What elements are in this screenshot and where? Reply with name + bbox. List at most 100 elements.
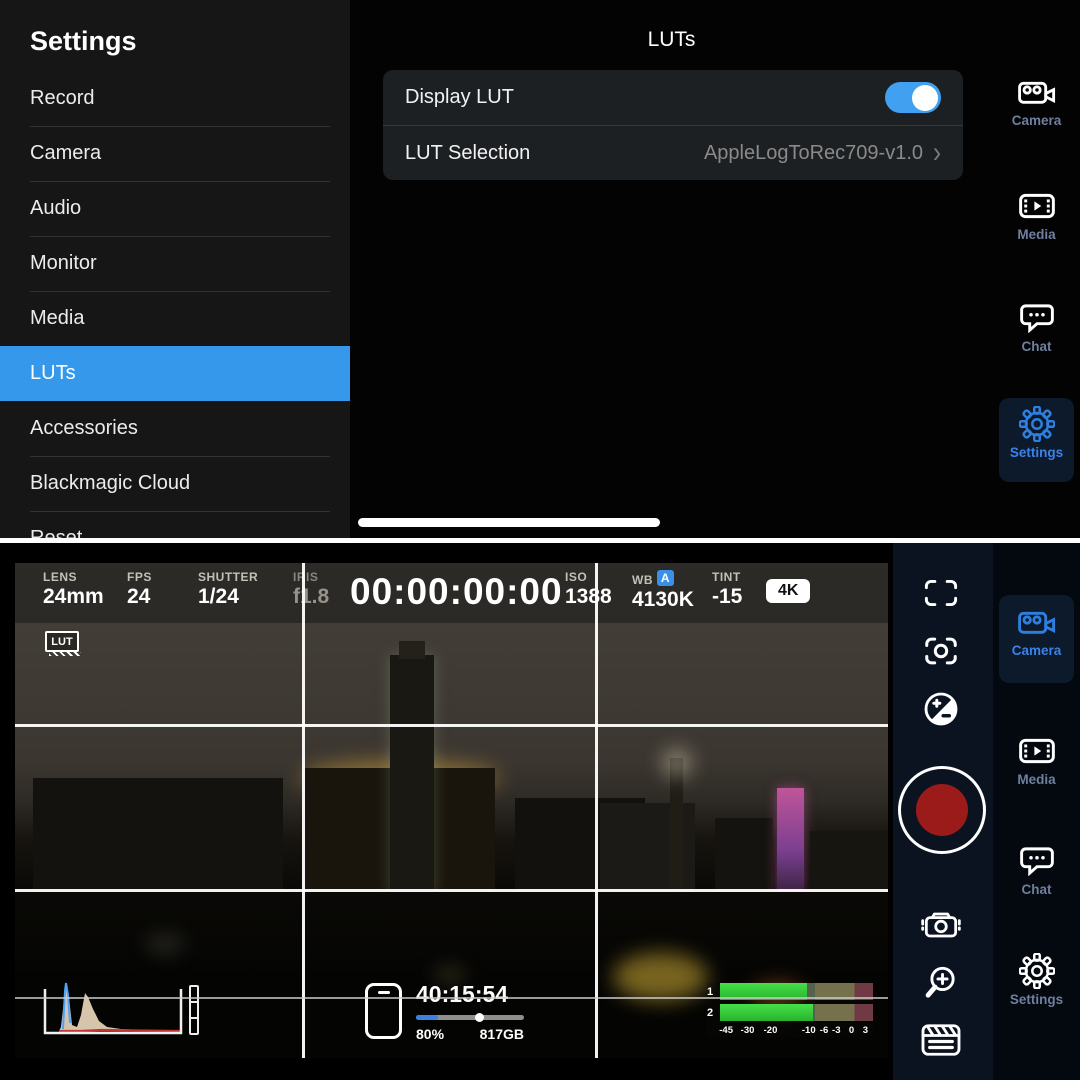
tab-camera-top[interactable]: Camera	[993, 76, 1080, 128]
tab-media-top[interactable]: Media	[993, 190, 1080, 242]
histogram-slider[interactable]	[189, 985, 199, 1035]
fullscreen-button[interactable]	[913, 568, 969, 618]
sidebar-item-reset[interactable]: Reset	[0, 511, 350, 538]
sidebar-item-audio[interactable]: Audio	[0, 181, 350, 236]
horizon-line	[15, 997, 888, 999]
luts-panel: LUTs Display LUT LUT Selection AppleLogT…	[350, 0, 993, 538]
record-time-remaining: 40:15:54	[416, 981, 524, 1008]
scale-0: 0	[849, 1025, 854, 1036]
tab-camera-label: Camera	[1012, 643, 1062, 658]
settings-title: Settings	[0, 0, 350, 71]
histogram[interactable]	[41, 981, 187, 1039]
iso-value: 1388	[565, 585, 612, 609]
fps-value: 24	[127, 585, 152, 609]
storage-bar-fill	[416, 1015, 438, 1020]
sidebar-item-blackmagic-cloud[interactable]: Blackmagic Cloud	[0, 456, 350, 511]
tab-chat-top[interactable]: Chat	[993, 302, 1080, 354]
sidebar-item-monitor[interactable]: Monitor	[0, 236, 350, 291]
meter-scale: -45 -30 -20 -10 -6 -3 0 3	[720, 1025, 873, 1037]
lens-value: 24mm	[43, 585, 104, 609]
tab-chat-bottom[interactable]: Chat	[993, 845, 1080, 897]
scale-3: 3	[863, 1025, 868, 1036]
chevron-right-icon: ›	[933, 138, 941, 168]
media-icon	[1017, 735, 1057, 767]
home-indicator[interactable]	[358, 518, 660, 527]
channel-2-level	[720, 1004, 813, 1021]
wb-value: 4130K	[632, 588, 694, 612]
storage-capacity: 817GB	[480, 1026, 524, 1042]
scale--20: -20	[764, 1025, 778, 1036]
wb-label-wrap: WB A	[632, 570, 694, 587]
lut-selection-value: AppleLogToRec709-v1.0	[704, 142, 923, 165]
settings-sidebar: Settings Record Camera Audio Monitor Med…	[0, 0, 350, 538]
scale--10: -10	[802, 1025, 816, 1036]
sidebar-item-record[interactable]: Record	[0, 71, 350, 126]
lens-label: LENS	[43, 570, 104, 584]
audio-meters[interactable]: 1 2 -45 -30 -20 -10 -6 -3 0 3	[707, 983, 873, 1037]
lens-readout[interactable]: LENS 24mm	[43, 570, 104, 609]
iris-readout[interactable]: IRIS f1.8	[293, 570, 329, 609]
phone-battery-icon	[365, 983, 402, 1039]
luts-card: Display LUT LUT Selection AppleLogToRec7…	[383, 70, 963, 180]
iris-value: f1.8	[293, 585, 329, 609]
sidebar-item-accessories[interactable]: Accessories	[0, 401, 350, 456]
wb-label: WB	[632, 573, 653, 587]
tint-readout[interactable]: TINT -15	[712, 570, 742, 609]
wb-readout[interactable]: WB A 4130K	[632, 570, 694, 612]
viewfinder[interactable]: LENS 24mm FPS 24 SHUTTER 1/24 IRIS f1.8 …	[15, 563, 888, 1058]
tab-settings-top[interactable]: Settings	[993, 408, 1080, 460]
wb-auto-badge: A	[657, 570, 674, 586]
fps-readout[interactable]: FPS 24	[127, 570, 152, 609]
settings-screen: Settings Record Camera Audio Monitor Med…	[0, 0, 1080, 538]
grid-line-vertical-1	[302, 563, 305, 1058]
tab-settings-bottom[interactable]: Settings	[993, 955, 1080, 1007]
storage-bar-knob	[475, 1013, 484, 1022]
tab-media-label: Media	[1017, 772, 1055, 787]
tab-media-label: Media	[1017, 227, 1055, 242]
grid-line-horizontal-1	[15, 724, 888, 727]
storage-overlay: 40:15:54 80% 817GB	[365, 981, 524, 1042]
slate-button[interactable]	[913, 1015, 969, 1065]
grid-line-horizontal-2	[15, 889, 888, 892]
sidebar-item-camera[interactable]: Camera	[0, 126, 350, 181]
blackmagic-camera-app: Settings Record Camera Audio Monitor Med…	[0, 0, 1080, 1080]
lut-selection-label: LUT Selection	[405, 142, 530, 165]
gear-icon	[1017, 955, 1057, 987]
sidebar-item-media[interactable]: Media	[0, 291, 350, 346]
tab-media-bottom[interactable]: Media	[993, 735, 1080, 787]
scale--6: -6	[820, 1025, 828, 1036]
luts-panel-title: LUTs	[350, 28, 993, 52]
storage-bar[interactable]	[416, 1015, 524, 1020]
shutter-readout[interactable]: SHUTTER 1/24	[198, 570, 258, 609]
display-lut-label: Display LUT	[405, 86, 514, 109]
chat-icon	[1017, 302, 1057, 334]
resolution-badge[interactable]: 4K	[766, 579, 810, 603]
record-button[interactable]	[898, 766, 986, 854]
exposure-button[interactable]	[913, 684, 969, 734]
cine-camera-icon	[1017, 606, 1057, 638]
scale--45: -45	[719, 1025, 733, 1036]
iso-readout[interactable]: ISO 1388	[565, 570, 612, 609]
lut-selection-row[interactable]: LUT Selection AppleLogToRec709-v1.0 ›	[383, 125, 963, 180]
scale--30: -30	[741, 1025, 755, 1036]
tab-chat-label: Chat	[1022, 882, 1052, 897]
focus-button[interactable]	[913, 626, 969, 676]
chat-icon	[1017, 845, 1057, 877]
tab-settings-label: Settings	[1010, 992, 1063, 1007]
record-dot	[916, 784, 968, 836]
camera-capture-button[interactable]	[913, 900, 969, 950]
display-lut-toggle[interactable]	[885, 82, 941, 113]
channel-2-meter	[720, 1004, 873, 1021]
grid-line-vertical-2	[595, 563, 598, 1058]
channel-2-label: 2	[707, 1007, 720, 1019]
sidebar-item-luts[interactable]: LUTs	[0, 346, 350, 401]
zoom-button[interactable]	[913, 957, 969, 1007]
fps-label: FPS	[127, 570, 152, 584]
tab-camera-bottom[interactable]: Camera	[993, 606, 1080, 658]
tab-camera-label: Camera	[1012, 113, 1062, 128]
iso-label: ISO	[565, 570, 612, 584]
battery-percent: 80%	[416, 1026, 444, 1042]
scale--3: -3	[832, 1025, 840, 1036]
channel-1-label: 1	[707, 986, 720, 998]
timecode[interactable]: 00:00:00:00	[350, 571, 563, 613]
